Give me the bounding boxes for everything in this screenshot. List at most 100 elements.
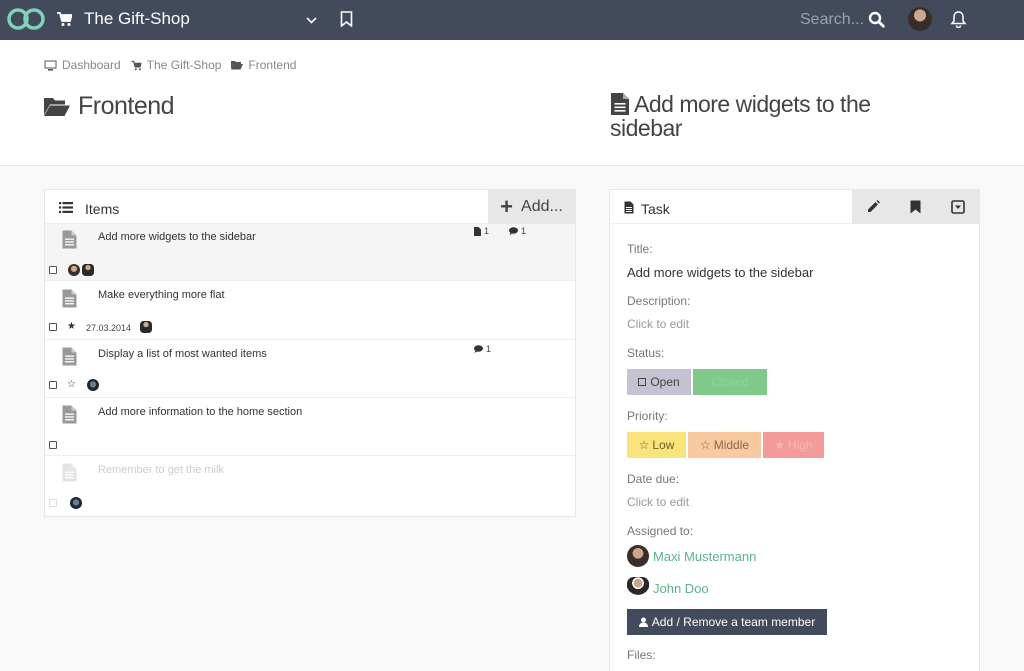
list-item[interactable]: Make everything more flat ★ 27.03.2014: [45, 281, 575, 340]
plus-icon: +: [500, 194, 514, 219]
comment-count-text: 1: [486, 344, 492, 354]
list-item[interactable]: Add more widgets to the sidebar 1 1: [45, 224, 575, 281]
file-count: 1: [474, 226, 489, 236]
avatar: [140, 321, 152, 333]
cart-icon: [131, 60, 142, 70]
document-icon: [62, 463, 77, 482]
monitor-icon: [44, 60, 57, 71]
cart-icon: [57, 12, 72, 26]
document-icon: [62, 405, 77, 424]
priority-high-label: High: [788, 438, 813, 452]
page-title: Frontend: [44, 92, 175, 121]
star-half-icon[interactable]: ☆: [67, 379, 76, 390]
chevron-down-icon[interactable]: [305, 14, 318, 27]
task-panel-header: Task: [610, 190, 979, 224]
file-count-text: 1: [484, 226, 490, 236]
item-checkbox[interactable]: [49, 266, 57, 274]
list-item[interactable]: Remember to get the milk: [45, 456, 575, 516]
bookmark-button[interactable]: [894, 190, 936, 224]
breadcrumb-label: Dashboard: [62, 58, 121, 72]
task-heading-text: Add more widgets to the sidebar: [610, 91, 871, 141]
item-title: Add more widgets to the sidebar: [98, 231, 256, 243]
breadcrumb-dashboard[interactable]: Dashboard: [44, 58, 121, 72]
document-icon: [624, 201, 634, 214]
priority-high-button[interactable]: ★ High: [763, 432, 824, 458]
add-label: Add...: [521, 198, 563, 215]
comment-count-text: 1: [521, 226, 527, 236]
assignee[interactable]: John Doo: [627, 577, 709, 599]
avatar: [627, 545, 649, 567]
priority-middle-label: Middle: [713, 438, 750, 452]
avatar: [68, 264, 80, 276]
bookmark-icon[interactable]: [340, 11, 353, 27]
assignee-name: Maxi Mustermann: [653, 548, 757, 564]
date-due-label: Date due:: [627, 472, 680, 486]
pencil-icon: [868, 200, 881, 212]
list-item[interactable]: Display a list of most wanted items 1 ☆: [45, 340, 575, 398]
bell-icon[interactable]: [950, 10, 967, 28]
collapse-button[interactable]: [937, 190, 979, 224]
assignee[interactable]: Maxi Mustermann: [627, 545, 756, 567]
square-icon: [638, 378, 647, 386]
document-icon: [62, 230, 77, 249]
page-title-text: Frontend: [78, 92, 175, 120]
breadcrumb-label: Frontend: [248, 58, 297, 72]
list-icon: [59, 202, 73, 213]
task-panel-title: Task: [641, 201, 670, 217]
items-panel: Items + Add... Add more widgets to the si…: [44, 189, 576, 517]
item-title: Add more information to the home section: [98, 406, 303, 418]
breadcrumb-label: The Gift-Shop: [146, 58, 222, 72]
item-checkbox-checked[interactable]: [49, 499, 57, 507]
avatar: [70, 497, 82, 509]
document-icon: [611, 93, 629, 115]
item-checkbox[interactable]: [49, 381, 57, 389]
title-value[interactable]: Add more widgets to the sidebar: [627, 265, 813, 280]
file-icon: [474, 226, 481, 236]
edit-button[interactable]: [852, 190, 894, 224]
add-item-button[interactable]: + Add...: [488, 190, 575, 224]
star-icon: ★: [774, 438, 786, 452]
list-item[interactable]: Add more information to the home section: [45, 398, 575, 456]
status-open-button[interactable]: Open: [627, 369, 691, 395]
comment-icon: [474, 345, 483, 353]
items-panel-header: Items + Add...: [45, 190, 575, 224]
user-avatar[interactable]: [908, 7, 932, 31]
item-title: Display a list of most wanted items: [98, 348, 267, 360]
task-toolbar: [852, 190, 979, 224]
app-title[interactable]: The Gift-Shop: [84, 9, 190, 29]
search-icon[interactable]: [868, 11, 885, 28]
description-value[interactable]: Click to edit: [627, 317, 689, 331]
priority-label: Priority:: [627, 409, 668, 423]
due-date: 27.03.2014: [86, 323, 132, 333]
status-closed-label: Closed: [711, 375, 749, 389]
task-heading: Add more widgets to the sidebar: [610, 92, 910, 140]
comment-icon: [509, 227, 518, 235]
item-title: Remember to get the milk: [98, 464, 224, 476]
breadcrumb-gift-shop[interactable]: The Gift-Shop: [131, 58, 222, 72]
status-closed-button[interactable]: Closed: [693, 369, 767, 395]
document-icon: [62, 289, 77, 308]
add-remove-team-member-button[interactable]: Add / Remove a team member: [627, 609, 827, 635]
item-checkbox[interactable]: [49, 441, 57, 449]
priority-low-button[interactable]: ☆ Low: [627, 432, 686, 458]
task-panel: Task Title: Add more widgets to the side…: [609, 189, 980, 671]
folder-open-icon: [44, 98, 70, 116]
search-input[interactable]: Search...: [800, 11, 864, 29]
breadcrumb: Dashboard The Gift-Shop Frontend: [44, 58, 306, 72]
files-label: Files:: [627, 648, 656, 662]
item-title: Make everything more flat: [98, 289, 225, 301]
logo-icon[interactable]: [6, 6, 46, 32]
bookmark-icon: [910, 200, 921, 214]
priority-middle-button[interactable]: ☆ Middle: [688, 432, 761, 458]
date-due-value[interactable]: Click to edit: [627, 495, 689, 509]
status-open-label: Open: [650, 375, 680, 389]
priority-low-label: Low: [652, 438, 675, 452]
items-panel-title: Items: [85, 201, 120, 217]
breadcrumb-frontend[interactable]: Frontend: [231, 58, 296, 72]
page-header: Dashboard The Gift-Shop Frontend Fronten…: [0, 40, 1024, 166]
avatar: [82, 264, 94, 276]
item-checkbox[interactable]: [49, 323, 57, 331]
star-icon[interactable]: ★: [67, 321, 76, 332]
document-icon: [62, 347, 77, 366]
description-label: Description:: [627, 294, 691, 308]
